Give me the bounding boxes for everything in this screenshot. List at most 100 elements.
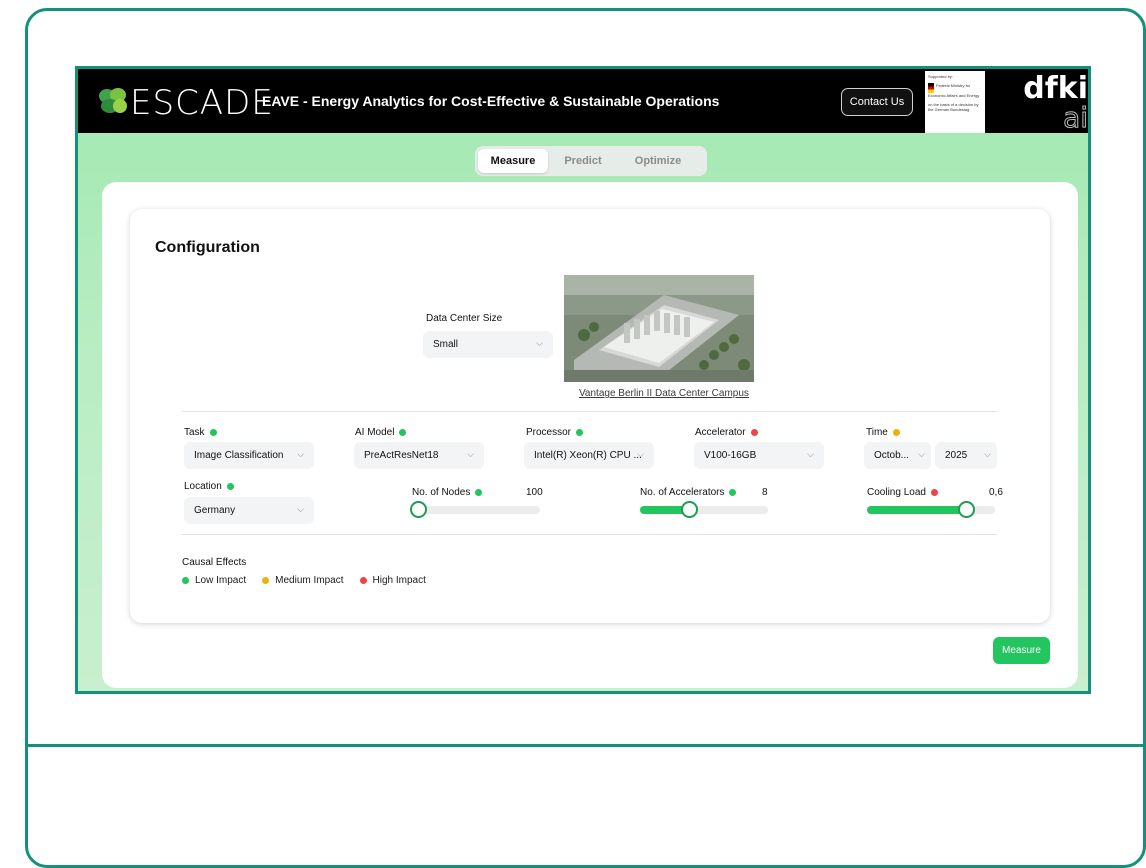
processor-select[interactable]: Intel(R) Xeon(R) CPU ... ⌵ bbox=[524, 442, 654, 469]
data-center-image bbox=[564, 275, 754, 382]
nodes-label-text: No. of Nodes bbox=[412, 487, 471, 498]
accelerator-value: V100-16GB bbox=[704, 450, 757, 461]
cooling-slider-thumb[interactable] bbox=[958, 501, 975, 518]
impact-dot-low bbox=[729, 489, 737, 496]
accelerator-label: Accelerator bbox=[695, 427, 758, 438]
nodes-slider-thumb[interactable] bbox=[410, 501, 427, 518]
time-year-value: 2025 bbox=[945, 450, 968, 461]
legend-item-low: Low Impact bbox=[182, 575, 246, 586]
legend-dot-high bbox=[359, 577, 367, 584]
sponsor-logo: Supported by: Federal Ministry for Econo… bbox=[925, 71, 985, 133]
chevron-down-icon: ⌵ bbox=[536, 338, 543, 348]
configuration-card: Configuration Data Center Size Small ⌵ V… bbox=[130, 209, 1050, 623]
divider-bottom bbox=[182, 534, 997, 535]
legend-dot-medium bbox=[262, 577, 270, 584]
cooling-label-text: Cooling Load bbox=[867, 487, 926, 498]
ai-model-select[interactable]: PreActResNet18 ⌵ bbox=[354, 442, 484, 469]
legend-item-medium: Medium Impact bbox=[262, 575, 344, 586]
divider-top bbox=[182, 411, 997, 412]
time-label: Time bbox=[866, 427, 900, 438]
time-month-value: Octob... bbox=[874, 450, 910, 461]
sponsor-line-1: Supported by: bbox=[928, 74, 953, 79]
impact-dot-low bbox=[209, 429, 217, 436]
task-value: Image Classification bbox=[194, 450, 284, 461]
causal-effects-title: Causal Effects bbox=[182, 557, 247, 568]
main-panel: Configuration Data Center Size Small ⌵ V… bbox=[102, 182, 1078, 688]
chevron-down-icon: ⌵ bbox=[637, 449, 644, 459]
task-select[interactable]: Image Classification ⌵ bbox=[184, 442, 314, 469]
dfki-logo-bottom: ai bbox=[1063, 101, 1088, 135]
nodes-slider[interactable] bbox=[410, 501, 540, 518]
legend-label-high: High Impact bbox=[372, 575, 426, 586]
sponsor-line-2: Federal Ministry for Economic Affairs an… bbox=[928, 83, 980, 98]
cooling-slider[interactable] bbox=[867, 501, 995, 518]
impact-dot-low bbox=[576, 429, 584, 436]
legend-item-high: High Impact bbox=[359, 575, 426, 586]
chevron-down-icon: ⌵ bbox=[918, 449, 925, 459]
contact-us-button[interactable]: Contact Us bbox=[841, 88, 913, 116]
legend-dot-low bbox=[182, 577, 189, 584]
chevron-down-icon: ⌵ bbox=[297, 449, 304, 459]
data-center-size-label-text: Data Center Size bbox=[426, 313, 503, 324]
header-bar: ESCADE EAVE - Energy Analytics for Cost-… bbox=[78, 69, 1088, 135]
task-label: Task bbox=[184, 427, 217, 438]
ai-model-label-text: AI Model bbox=[355, 427, 395, 438]
impact-dot-high bbox=[930, 489, 938, 496]
data-center-size-value: Small bbox=[433, 339, 459, 350]
accelerator-label-text: Accelerator bbox=[695, 427, 746, 438]
tab-optimize[interactable]: Optimize bbox=[618, 149, 698, 173]
time-month-select[interactable]: Octob... ⌵ bbox=[864, 442, 931, 469]
nodes-value: 100 bbox=[526, 487, 543, 498]
task-label-text: Task bbox=[184, 427, 205, 438]
cooling-value: 0,6 bbox=[989, 487, 1003, 498]
location-label-text: Location bbox=[184, 481, 222, 492]
mode-tabs: Measure Predict Optimize bbox=[475, 146, 707, 176]
time-label-text: Time bbox=[866, 427, 888, 438]
location-select[interactable]: Germany ⌵ bbox=[184, 497, 314, 524]
sponsor-line-3: on the basis of a decision by the German… bbox=[928, 102, 979, 112]
impact-dot-medium bbox=[892, 429, 900, 436]
dfki-logo: dfki ai bbox=[1016, 71, 1088, 135]
processor-label-text: Processor bbox=[526, 427, 572, 438]
tab-measure[interactable]: Measure bbox=[478, 149, 548, 173]
accelerators-label: No. of Accelerators bbox=[640, 487, 737, 498]
location-value: Germany bbox=[194, 505, 236, 516]
accelerators-value: 8 bbox=[762, 487, 768, 498]
accelerators-slider-thumb[interactable] bbox=[681, 501, 698, 518]
accelerator-select[interactable]: V100-16GB ⌵ bbox=[694, 442, 824, 469]
impact-legend: Low Impact Medium Impact High Impact bbox=[182, 575, 426, 586]
configuration-title: Configuration bbox=[155, 239, 260, 256]
chevron-down-icon: ⌵ bbox=[984, 449, 991, 459]
data-center-size-label: Data Center Size bbox=[426, 313, 502, 324]
german-flag-icon bbox=[928, 83, 934, 93]
legend-label-low: Low Impact bbox=[195, 575, 247, 586]
ai-model-value: PreActResNet18 bbox=[364, 450, 439, 461]
location-label: Location bbox=[184, 481, 234, 492]
outer-divider bbox=[25, 744, 1146, 747]
data-center-caption-link[interactable]: Vantage Berlin II Data Center Campus bbox=[579, 388, 749, 399]
measure-button[interactable]: Measure bbox=[993, 637, 1050, 664]
app-window: ESCADE EAVE - Energy Analytics for Cost-… bbox=[75, 66, 1091, 694]
accelerators-label-text: No. of Accelerators bbox=[640, 487, 725, 498]
impact-dot-low bbox=[475, 489, 483, 496]
chevron-down-icon: ⌵ bbox=[297, 504, 304, 514]
processor-value: Intel(R) Xeon(R) CPU ... bbox=[534, 450, 642, 461]
time-year-select[interactable]: 2025 ⌵ bbox=[935, 442, 997, 469]
chevron-down-icon: ⌵ bbox=[467, 449, 474, 459]
brand-name: ESCADE bbox=[130, 83, 274, 123]
impact-dot-low bbox=[226, 483, 234, 490]
cooling-slider-fill bbox=[867, 506, 966, 514]
accelerators-slider[interactable] bbox=[640, 501, 768, 518]
nodes-label: No. of Nodes bbox=[412, 487, 483, 498]
app-subtitle: EAVE - Energy Analytics for Cost-Effecti… bbox=[262, 93, 720, 109]
tab-predict[interactable]: Predict bbox=[548, 149, 618, 173]
impact-dot-low bbox=[399, 429, 407, 436]
legend-label-medium: Medium Impact bbox=[275, 575, 344, 586]
ai-model-label: AI Model bbox=[355, 427, 407, 438]
cooling-label: Cooling Load bbox=[867, 487, 938, 498]
data-center-size-select[interactable]: Small ⌵ bbox=[423, 331, 553, 358]
impact-dot-high bbox=[750, 429, 758, 436]
chevron-down-icon: ⌵ bbox=[807, 449, 814, 459]
leaf-logo-icon bbox=[99, 88, 127, 113]
processor-label: Processor bbox=[526, 427, 584, 438]
